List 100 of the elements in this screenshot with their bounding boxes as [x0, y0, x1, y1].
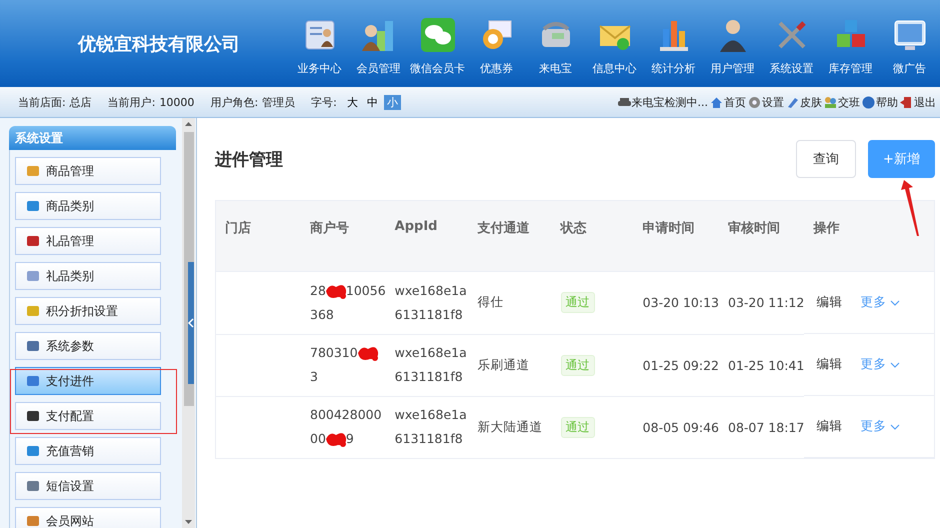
sidebar-item[interactable]: 支付配置	[15, 402, 161, 430]
gear-icon	[748, 96, 761, 108]
store-name: 总店	[70, 94, 92, 110]
table-cell: 得仕	[468, 272, 552, 334]
company-name: 优锐宜科技有限公司	[76, 32, 241, 56]
edit-link[interactable]: 编辑	[816, 356, 842, 373]
people-icon	[824, 96, 837, 108]
menu-icon	[26, 444, 40, 458]
query-button[interactable]: 查询	[796, 140, 856, 178]
chevron-left-icon	[188, 318, 194, 328]
font-size-option[interactable]: 大	[344, 94, 361, 110]
merchant-number: 800428000	[310, 406, 382, 424]
status-badge: 通过	[560, 292, 595, 314]
redaction-scribble	[324, 430, 348, 448]
table-cell: 03-20 10:13	[634, 272, 719, 334]
user-role: 管理员	[262, 94, 296, 110]
menu-icon	[26, 164, 40, 178]
column-header: 审核时间	[719, 200, 804, 272]
nav-item[interactable]: 业务中心	[290, 11, 349, 76]
user-label: 当前用户:	[108, 94, 156, 110]
nav-item[interactable]: 微广告	[880, 11, 939, 76]
table-cell: wxe168e1a 6131181f8	[386, 396, 469, 458]
toolbar-link[interactable]: 皮肤	[786, 94, 822, 110]
page-title: 进件管理	[215, 148, 283, 170]
nav-item[interactable]: 微信会员卡	[408, 11, 467, 76]
merchant-number: 780310	[310, 344, 358, 362]
store-label: 当前店面:	[18, 94, 66, 110]
merchant-number: 00	[310, 430, 326, 448]
column-header: 门店	[216, 200, 301, 272]
font-size-label: 字号:	[311, 94, 337, 110]
toolbar-link[interactable]: 来电宝检测中...	[618, 94, 708, 110]
annotation-arrow	[901, 180, 921, 236]
menu-icon	[26, 374, 40, 388]
font-size-option[interactable]: 中	[364, 94, 381, 110]
edit-link[interactable]: 编辑	[816, 294, 842, 311]
user-id: 10000	[159, 96, 194, 108]
menu-icon	[26, 339, 40, 353]
status-badge: 通过	[560, 416, 595, 438]
help-icon	[862, 96, 875, 108]
nav-item[interactable]: 信息中心	[585, 11, 644, 76]
column-header: AppId	[386, 200, 469, 272]
table-cell: wxe168e1a 6131181f8	[386, 272, 469, 334]
sidebar-item[interactable]: 充值营销	[15, 437, 161, 465]
table-cell: 08-05 09:46	[634, 396, 719, 458]
toolbar-link[interactable]: 退出	[900, 94, 936, 110]
edit-link[interactable]: 编辑	[816, 418, 842, 435]
sidebar-item[interactable]: 礼品类别	[15, 262, 161, 290]
menu-icon	[26, 409, 40, 423]
table-cell: wxe168e1a 6131181f8	[386, 334, 469, 396]
toolbar-link[interactable]: 交班	[824, 94, 860, 110]
sidebar-item[interactable]: 积分折扣设置	[15, 297, 161, 325]
collapse-handle[interactable]	[188, 262, 194, 384]
nav-item[interactable]: 优惠券	[467, 11, 526, 76]
merchant-number: 10056	[346, 282, 386, 300]
menu-icon	[26, 199, 40, 213]
toolbar-link[interactable]: 帮助	[862, 94, 898, 110]
sidebar-item[interactable]: 商品管理	[15, 157, 161, 185]
column-header: 申请时间	[634, 200, 719, 272]
home-icon	[710, 96, 723, 108]
sidebar-item[interactable]: 系统参数	[15, 332, 161, 360]
sidebar-item[interactable]: 商品类别	[15, 192, 161, 220]
column-header: 状态	[552, 200, 634, 272]
table-cell: 03-20 11:12	[719, 272, 804, 334]
menu-icon	[26, 269, 40, 283]
menu-icon	[26, 304, 40, 318]
toolbar-link[interactable]: 设置	[748, 94, 784, 110]
menu-icon	[26, 514, 40, 528]
phone-icon	[618, 96, 630, 108]
role-label: 用户角色:	[210, 94, 258, 110]
sidebar-item[interactable]: 礼品管理	[15, 227, 161, 255]
sidebar-item[interactable]: 支付进件	[15, 367, 161, 395]
merchant-number: 3	[310, 368, 318, 386]
sidebar-title: 系统设置	[9, 126, 176, 150]
column-header: 商户号	[301, 200, 386, 272]
table-cell: 01-25 10:41	[719, 334, 804, 396]
nav-item[interactable]: 会员管理	[349, 11, 408, 76]
nav-item[interactable]: 统计分析	[644, 11, 703, 76]
chevron-down-icon	[890, 362, 900, 368]
sidebar-item[interactable]: 短信设置	[15, 472, 161, 500]
nav-item[interactable]: 用户管理	[703, 11, 762, 76]
nav-item[interactable]: 库存管理	[821, 11, 880, 76]
sidebar-item[interactable]: 会员网站	[15, 507, 161, 528]
merchant-number: 368	[310, 306, 334, 324]
table-cell: 新大陆通道	[468, 396, 552, 458]
column-header: 支付通道	[468, 200, 552, 272]
chevron-down-icon	[890, 300, 900, 306]
chevron-down-icon	[890, 424, 900, 430]
menu-icon	[26, 234, 40, 248]
table-cell: 乐刷通道	[468, 334, 552, 396]
nav-item[interactable]: 系统设置	[762, 11, 821, 76]
nav-item[interactable]: 来电宝	[526, 11, 585, 76]
status-badge: 通过	[560, 354, 595, 376]
table-cell: 08-07 18:17	[719, 396, 804, 458]
tag-icon	[786, 96, 799, 108]
merchant-number: 28	[310, 282, 326, 300]
menu-icon	[26, 479, 40, 493]
toolbar-link[interactable]: 首页	[710, 94, 746, 110]
merchant-number: 9	[346, 430, 354, 448]
chat-icon	[420, 17, 456, 53]
door-icon	[900, 96, 913, 108]
